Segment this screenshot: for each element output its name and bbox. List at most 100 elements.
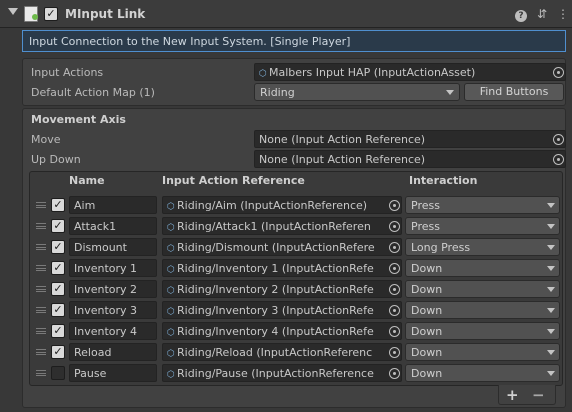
row-reference-field[interactable]: ⬡ Riding/Inventory 4 (InputActionRefe bbox=[162, 322, 402, 340]
row-interaction-dropdown[interactable]: Press bbox=[405, 196, 560, 214]
drag-handle-icon[interactable] bbox=[36, 265, 46, 271]
row-interaction-value: Press bbox=[411, 220, 440, 233]
row-name-field[interactable]: Aim bbox=[69, 196, 157, 214]
updown-field[interactable]: None (Input Action Reference) bbox=[254, 150, 566, 168]
object-picker-icon[interactable] bbox=[389, 221, 400, 232]
row-reference-field[interactable]: ⬡ Riding/Inventory 2 (InputActionRefe bbox=[162, 280, 402, 298]
object-picker-icon[interactable] bbox=[389, 326, 400, 337]
object-picker-icon[interactable] bbox=[553, 134, 564, 145]
context-menu-icon[interactable]: ⋮ bbox=[556, 6, 570, 22]
row-interaction-dropdown[interactable]: Down bbox=[405, 301, 560, 319]
drag-handle-icon[interactable] bbox=[36, 307, 46, 313]
find-buttons-button[interactable]: Find Buttons bbox=[464, 83, 564, 101]
row-name-value: Attack1 bbox=[74, 220, 117, 233]
help-icon[interactable]: ? bbox=[514, 6, 528, 22]
object-picker-icon[interactable] bbox=[389, 368, 400, 379]
row-reference-field[interactable]: ⬡ Riding/Aim (InputActionReference) bbox=[162, 196, 402, 214]
drag-handle-icon[interactable] bbox=[36, 370, 46, 376]
row-interaction-value: Long Press bbox=[411, 241, 471, 254]
drag-handle-icon[interactable] bbox=[36, 349, 46, 355]
row-reference-value: Riding/Attack1 (InputActionReferen bbox=[177, 220, 371, 233]
object-picker-icon[interactable] bbox=[389, 305, 400, 316]
row-name-value: Inventory 3 bbox=[74, 304, 138, 317]
updown-label: Up Down bbox=[31, 153, 81, 166]
object-picker-icon[interactable] bbox=[553, 154, 564, 165]
row-enabled-checkbox[interactable]: true✓ bbox=[51, 324, 65, 338]
row-name-field[interactable]: Attack1 bbox=[69, 217, 157, 235]
row-interaction-dropdown[interactable]: Down bbox=[405, 364, 560, 382]
description-field[interactable]: Input Connection to the New Input System… bbox=[22, 30, 566, 52]
row-name-field[interactable]: Inventory 2 bbox=[69, 280, 157, 298]
object-picker-icon[interactable] bbox=[389, 200, 400, 211]
component-title: MInput Link bbox=[65, 7, 146, 21]
row-name-value: Pause bbox=[74, 367, 107, 380]
row-reference-value: Riding/Dismount (InputActionRefere bbox=[177, 241, 375, 254]
add-item-button[interactable]: + bbox=[506, 386, 519, 404]
drag-handle-icon[interactable] bbox=[36, 223, 46, 229]
row-reference-field[interactable]: ⬡ Riding/Pause (InputActionReference bbox=[162, 364, 402, 382]
chevron-down-icon bbox=[547, 203, 555, 208]
row-enabled-checkbox[interactable]: true✓ bbox=[51, 345, 65, 359]
row-interaction-value: Down bbox=[411, 325, 443, 338]
presets-icon[interactable]: ⇵ bbox=[535, 6, 549, 22]
move-field[interactable]: None (Input Action Reference) bbox=[254, 130, 566, 148]
row-name-field[interactable]: Pause bbox=[69, 364, 157, 382]
row-reference-field[interactable]: ⬡ Riding/Dismount (InputActionRefere bbox=[162, 238, 402, 256]
input-actions-field[interactable]: ⬡ Malbers Input HAP (InputActionAsset) bbox=[254, 63, 566, 81]
column-header-name: Name bbox=[69, 174, 105, 187]
action-reference-icon: ⬡ bbox=[167, 265, 175, 275]
row-name-field[interactable]: Dismount bbox=[69, 238, 157, 256]
object-picker-icon[interactable] bbox=[389, 242, 400, 253]
row-name-field[interactable]: Inventory 1 bbox=[69, 259, 157, 277]
row-interaction-dropdown[interactable]: Down bbox=[405, 343, 560, 361]
object-picker-icon[interactable] bbox=[389, 263, 400, 274]
chevron-down-icon bbox=[547, 287, 555, 292]
foldout-arrow-icon[interactable] bbox=[8, 8, 18, 15]
row-enabled-checkbox[interactable]: true✓ bbox=[51, 261, 65, 275]
row-name-field[interactable]: Inventory 4 bbox=[69, 322, 157, 340]
row-enabled-checkbox[interactable]: false bbox=[51, 366, 65, 380]
row-reference-field[interactable]: ⬡ Riding/Inventory 1 (InputActionRefe bbox=[162, 259, 402, 277]
row-name-value: Inventory 4 bbox=[74, 325, 138, 338]
row-reference-field[interactable]: ⬡ Riding/Inventory 3 (InputActionRefe bbox=[162, 301, 402, 319]
chevron-down-icon bbox=[547, 245, 555, 250]
default-action-map-label: Default Action Map (1) bbox=[31, 86, 155, 99]
row-reference-value: Riding/Inventory 4 (InputActionRefe bbox=[177, 325, 374, 338]
drag-handle-icon[interactable] bbox=[36, 244, 46, 250]
drag-handle-icon[interactable] bbox=[36, 202, 46, 208]
row-enabled-checkbox[interactable]: true✓ bbox=[51, 303, 65, 317]
row-name-value: Dismount bbox=[74, 241, 127, 254]
object-picker-icon[interactable] bbox=[553, 67, 564, 78]
row-reference-field[interactable]: ⬡ Riding/Reload (InputActionReferenc bbox=[162, 343, 402, 361]
column-header-interaction: Interaction bbox=[409, 174, 478, 187]
object-picker-icon[interactable] bbox=[389, 284, 400, 295]
chevron-down-icon bbox=[446, 90, 454, 95]
object-picker-icon[interactable] bbox=[389, 347, 400, 358]
row-enabled-checkbox[interactable]: true✓ bbox=[51, 282, 65, 296]
row-interaction-dropdown[interactable]: Press bbox=[405, 217, 560, 235]
action-reference-icon: ⬡ bbox=[167, 286, 175, 296]
row-name-value: Inventory 2 bbox=[74, 283, 138, 296]
row-interaction-dropdown[interactable]: Down bbox=[405, 280, 560, 298]
default-action-map-dropdown[interactable]: Riding bbox=[254, 83, 460, 101]
row-name-field[interactable]: Inventory 3 bbox=[69, 301, 157, 319]
row-interaction-dropdown[interactable]: Long Press bbox=[405, 238, 560, 256]
row-enabled-checkbox[interactable]: true✓ bbox=[51, 198, 65, 212]
row-enabled-checkbox[interactable]: true✓ bbox=[51, 240, 65, 254]
action-reference-icon: ⬡ bbox=[167, 307, 175, 317]
row-reference-field[interactable]: ⬡ Riding/Attack1 (InputActionReferen bbox=[162, 217, 402, 235]
component-enabled-checkbox[interactable]: ✓ bbox=[44, 7, 58, 21]
move-value: None (Input Action Reference) bbox=[259, 133, 426, 146]
row-interaction-dropdown[interactable]: Down bbox=[405, 322, 560, 340]
row-reference-value: Riding/Inventory 2 (InputActionRefe bbox=[177, 283, 374, 296]
action-reference-icon: ⬡ bbox=[167, 244, 175, 254]
row-enabled-checkbox[interactable]: true✓ bbox=[51, 219, 65, 233]
drag-handle-icon[interactable] bbox=[36, 286, 46, 292]
updown-value: None (Input Action Reference) bbox=[259, 153, 426, 166]
remove-item-button[interactable]: − bbox=[532, 386, 545, 404]
drag-handle-icon[interactable] bbox=[36, 328, 46, 334]
row-interaction-dropdown[interactable]: Down bbox=[405, 259, 560, 277]
row-name-field[interactable]: Reload bbox=[69, 343, 157, 361]
action-reference-icon: ⬡ bbox=[167, 328, 175, 338]
action-reference-icon: ⬡ bbox=[167, 223, 175, 233]
